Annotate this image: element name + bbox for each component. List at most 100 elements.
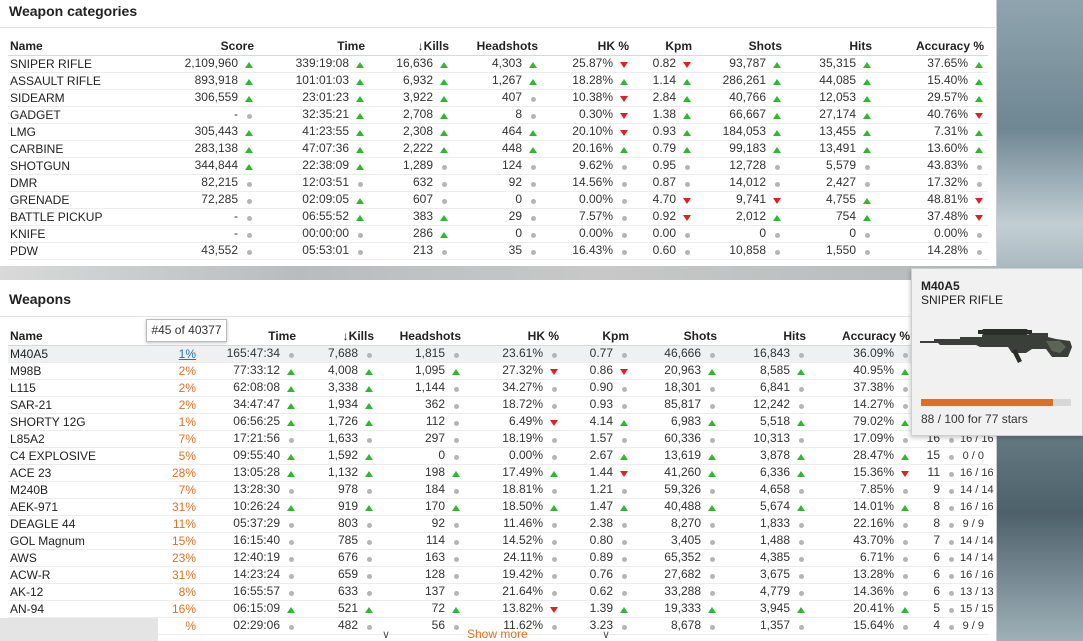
table-row[interactable]: GRENADE 72,285 02:09:05 607 0 0.00% 4.70 9,741 4… [8, 191, 988, 209]
rank-percent-value: 28% [171, 465, 196, 480]
column-header[interactable]: Score [158, 37, 258, 56]
trend-indicator [900, 398, 910, 412]
trend-indicator [974, 108, 984, 122]
trend-neutral-icon [902, 624, 908, 630]
column-header[interactable]: HK % [542, 37, 633, 56]
table-row[interactable]: DMR 82,215 12:03:51 632 92 14.56% 0.87 14,012 2,… [8, 174, 988, 192]
cell-hits-value: 4,658 [759, 482, 790, 497]
column-header[interactable]: Headshots [378, 327, 465, 346]
table-row[interactable]: LMG 305,443 41:23:55 2,308 464 20.10% 0.93 184,… [8, 123, 988, 141]
table-row[interactable]: AEK-971 31% 10:26:24 919 170 18.50% 1.47 40,488… [8, 498, 994, 516]
table-row[interactable]: ACW-R 31% 14:23:24 659 128 19.42% 0.76 27,682 3,… [8, 566, 994, 584]
trend-up-icon [975, 61, 983, 68]
table-row[interactable]: PDW 43,552 05:53:01 213 35 16.43% 0.60 10,858 1,… [8, 242, 988, 260]
cell-kpm-value: 1.21 [589, 482, 613, 497]
trend-indicator [619, 74, 629, 88]
column-header[interactable]: HK % [465, 327, 563, 346]
trend-up-icon [287, 419, 295, 426]
trend-indicator [619, 57, 629, 71]
table-row[interactable]: M98B 2% 77:33:12 4,008 1,095 27.32% 0.86 20,963… [8, 362, 988, 380]
table-row[interactable]: SIDEARM 306,559 23:01:23 3,922 407 10.38% 2.84… [8, 89, 988, 107]
chevron-down-icon[interactable]: ∨ [382, 628, 390, 641]
cell-hs-value: 362 [424, 397, 445, 412]
table-row[interactable]: SAR-21 2% 34:47:47 1,934 362 18.72% 0.93 85,817… [8, 396, 988, 414]
column-header[interactable]: Accuracy % [876, 37, 988, 56]
cell-time: 02:29:06 [200, 617, 300, 635]
cell-kpm: 0.89 [563, 549, 633, 567]
cell-hs-value: 114 [425, 533, 445, 548]
trend-neutral-icon [948, 624, 954, 630]
divider [0, 27, 997, 28]
table-row[interactable]: GOL Magnum 15% 16:15:40 785 114 14.52% 0.80 3,4… [8, 532, 994, 550]
column-header[interactable]: Time [258, 37, 369, 56]
cell-hk: 20.10% [542, 123, 633, 141]
cell-shots-value: 10,858 [729, 243, 766, 258]
trend-indicator [355, 227, 365, 241]
trend-indicator [862, 125, 872, 139]
cell-shots: 6,983 [633, 413, 721, 431]
table-row[interactable]: KNIFE - 00:00:00 286 0 0.00% 0.00 0 0 0.00% [8, 225, 988, 243]
trend-indicator [772, 159, 782, 173]
trend-indicator [619, 551, 629, 565]
table-row[interactable]: AK-12 8% 16:55:57 633 137 21.64% 0.62 33,288 4,7… [8, 583, 994, 601]
cell-hits-value: 4,385 [759, 550, 790, 565]
cell-acc: 13.60% [876, 140, 988, 158]
trend-neutral-icon [684, 232, 690, 238]
column-header[interactable]: ↓Kills [300, 327, 378, 346]
trend-indicator [946, 500, 956, 514]
table-row[interactable]: BATTLE PICKUP - 06:55:52 383 29 7.57% 0.92 2,01… [8, 208, 988, 226]
column-header[interactable]: Headshots [453, 37, 542, 56]
table-row[interactable]: ASSAULT RIFLE 893,918 101:01:03 6,932 1,267 1… [8, 72, 988, 90]
table-row[interactable]: L115 2% 62:08:08 3,338 1,144 34.27% 0.90 18,301… [8, 379, 988, 397]
table-row[interactable]: AWS 23% 12:40:19 676 163 24.11% 0.89 65,352 4,38… [8, 549, 994, 567]
table-row[interactable]: C4 EXPLOSIVE 5% 09:55:40 1,592 0 0.00% 2.67 13,… [8, 447, 988, 465]
column-header[interactable]: Shots [696, 37, 786, 56]
table-row[interactable]: CARBINE 283,138 47:07:36 2,222 448 20.16% 0.79… [8, 140, 988, 158]
cell-time: 13:28:30 [200, 481, 300, 499]
table-row[interactable]: L85A2 7% 17:21:56 1,633 297 18.19% 1.57 60,336 1… [8, 430, 994, 448]
column-header[interactable]: Name [8, 37, 158, 56]
category-name-value: ASSAULT RIFLE [10, 73, 101, 88]
table-row[interactable]: SHORTY 12G 1% 06:56:25 1,726 112 6.49% 4.14 6,9… [8, 413, 988, 431]
trend-neutral-icon [530, 181, 536, 187]
trend-up-icon [683, 112, 691, 119]
cell-shots: 13,619 [633, 447, 721, 465]
trend-indicator [946, 449, 956, 463]
column-header[interactable]: Name [8, 327, 134, 346]
trend-indicator [549, 381, 559, 395]
column-header[interactable]: ↓Kills [369, 37, 453, 56]
show-more-button[interactable]: Show more [467, 627, 528, 641]
cell-stars-value: 6 [933, 550, 940, 565]
cell-hk-value: 17.49% [502, 465, 543, 480]
cell-kills: 1,934 [300, 396, 378, 414]
cell-hs-value: 56 [431, 618, 445, 633]
table-row[interactable]: AN-94 16% 06:15:09 521 72 13.82% 1.39 19,333 3,9… [8, 600, 994, 618]
trend-neutral-icon [453, 420, 459, 426]
column-header[interactable]: Kpm [633, 37, 696, 56]
column-header[interactable]: Accuracy % [810, 327, 914, 346]
weapon-name: AWS [8, 549, 134, 567]
cell-hits-value: 1,833 [759, 516, 790, 531]
trend-up-icon [287, 504, 295, 511]
cell-score: 82,215 [158, 174, 258, 192]
chevron-down-icon[interactable]: ∨ [602, 628, 610, 641]
table-row[interactable]: SNIPER RIFLE 2,109,960 339:19:08 16,636 4,30… [8, 55, 988, 73]
cell-score-value: 72,285 [201, 192, 238, 207]
table-row[interactable]: DEAGLE 44 11% 05:37:29 803 92 11.46% 2.38 8,270… [8, 515, 988, 533]
table-row[interactable]: M240B 7% 13:28:30 978 184 18.81% 1.21 59,326 4,6… [8, 481, 994, 499]
cell-hits: 6,336 [721, 464, 810, 482]
table-row[interactable]: M40A5 1% 165:47:34 7,688 1,815 23.61% 0.77 46,6… [8, 345, 988, 363]
trend-indicator [244, 244, 254, 258]
weapon-name-value: AEK-971 [10, 499, 59, 514]
trend-indicator [286, 483, 296, 497]
table-row[interactable]: SHOTGUN 344,844 22:38:09 1,289 124 9.62% 0.95 1… [8, 157, 988, 175]
table-row[interactable]: GADGET - 32:35:21 2,708 8 0.30% 1.38 66,667 27,1… [8, 106, 988, 124]
rank-percent-value: 2% [178, 380, 196, 395]
trend-indicator [286, 551, 296, 565]
column-header[interactable]: Kpm [563, 327, 633, 346]
column-header[interactable]: Shots [633, 327, 721, 346]
column-header[interactable]: Hits [721, 327, 810, 346]
table-row[interactable]: ACE 23 28% 13:05:28 1,132 198 17.49% 1.44 41,26… [8, 464, 994, 482]
column-header[interactable]: Hits [786, 37, 876, 56]
category-name: CARBINE [8, 140, 158, 158]
